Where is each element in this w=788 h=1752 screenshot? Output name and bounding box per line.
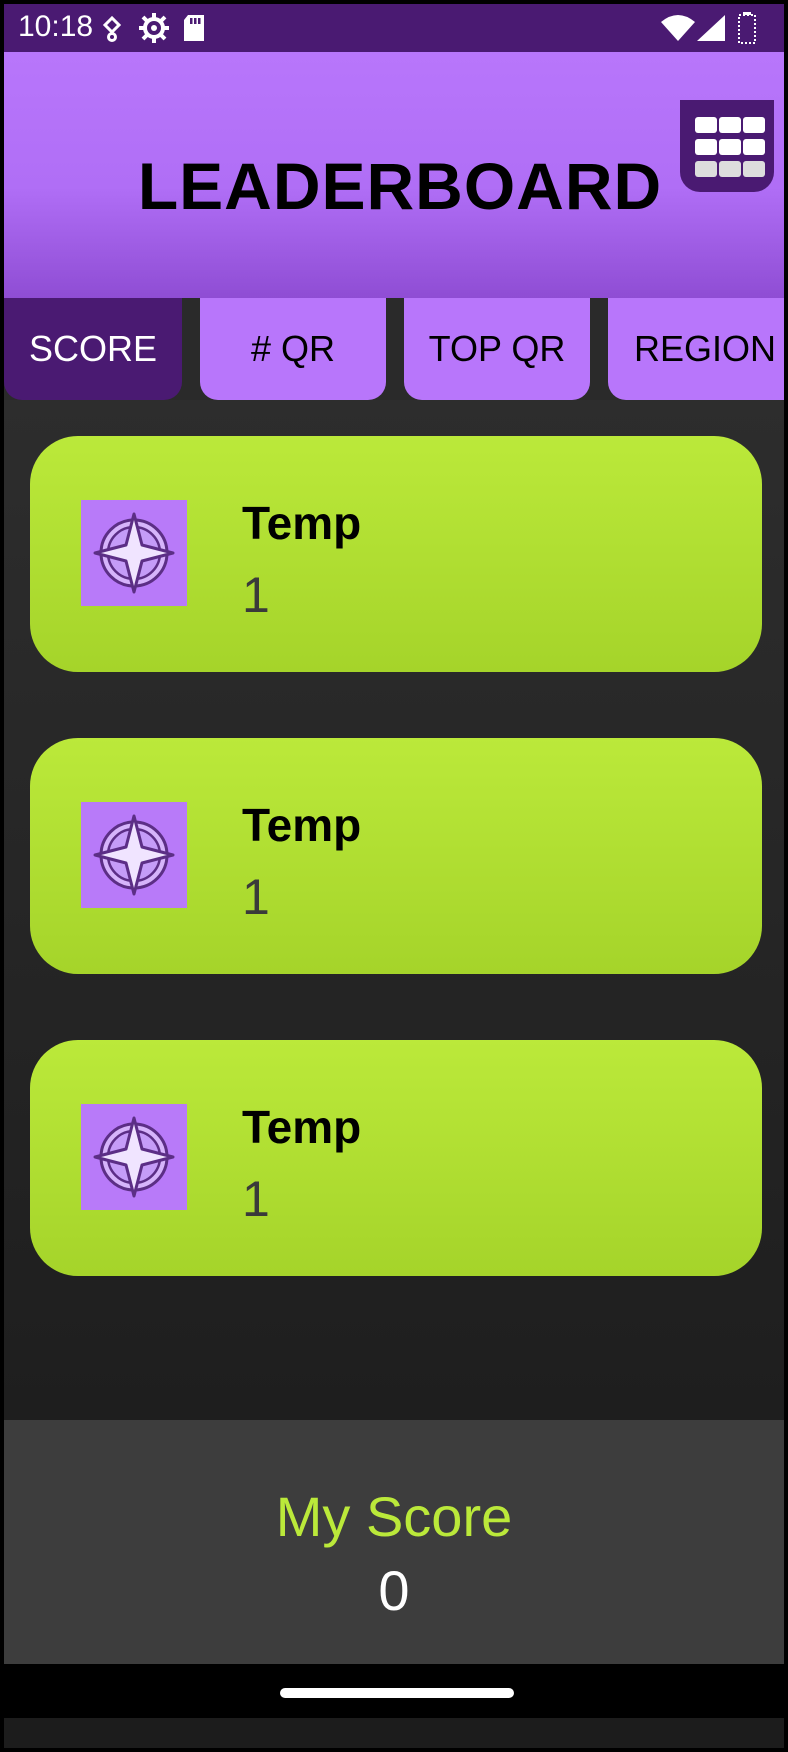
leaderboard-entry[interactable]: Temp 1	[30, 436, 762, 672]
battery-icon	[738, 12, 756, 49]
tab-region-label: REGION	[633, 328, 776, 369]
status-time: 10:18	[18, 10, 94, 43]
status-bar: 10:18	[4, 4, 784, 52]
my-score-value: 0	[378, 1559, 410, 1622]
tab-score[interactable]: SCORE	[4, 298, 182, 400]
entry-score: 1	[242, 869, 270, 925]
entry-score: 1	[242, 567, 270, 623]
grid-menu-button[interactable]	[680, 100, 774, 192]
entry-name: Temp	[242, 1101, 362, 1153]
nav-bottom-strip	[4, 1718, 784, 1748]
compass-star-icon	[81, 500, 187, 606]
header: LEADERBOARD	[4, 52, 784, 298]
entry-name: Temp	[242, 799, 362, 851]
leaderboard-entry[interactable]: Temp 1	[30, 738, 762, 974]
tab-score-label: SCORE	[28, 328, 158, 369]
sd-card-icon	[182, 14, 206, 47]
settings-gear-icon	[138, 12, 170, 49]
tab-qr-count-label: # QR	[250, 328, 336, 369]
tab-top-qr-label: TOP QR	[428, 328, 566, 369]
tab-region[interactable]: REGION	[608, 298, 784, 400]
system-nav-bar	[4, 1664, 784, 1748]
my-score-panel: My Score 0	[4, 1420, 784, 1664]
entry-name: Temp	[242, 497, 362, 549]
tab-top-qr[interactable]: TOP QR	[404, 298, 590, 400]
leaderboard-entry[interactable]: Temp 1	[30, 1040, 762, 1276]
compass-star-icon	[81, 1104, 187, 1210]
tab-bar: SCORE # QR TOP QR REGION	[4, 298, 784, 400]
entry-score: 1	[242, 1171, 270, 1227]
signal-icon	[696, 14, 726, 47]
page-title: LEADERBOARD	[137, 149, 663, 223]
app-screen: 10:18 LEADERBOARD SCORE # QR TOP QR REGI…	[4, 4, 784, 1748]
wifi-icon	[660, 14, 696, 47]
my-score-label: My Score	[275, 1485, 513, 1548]
compass-star-icon	[81, 802, 187, 908]
leaderboard-list: Temp 1 Temp 1 Temp 1	[4, 400, 784, 1424]
tab-qr-count[interactable]: # QR	[200, 298, 386, 400]
home-gesture-handle[interactable]	[280, 1688, 514, 1698]
location-icon	[100, 15, 124, 47]
